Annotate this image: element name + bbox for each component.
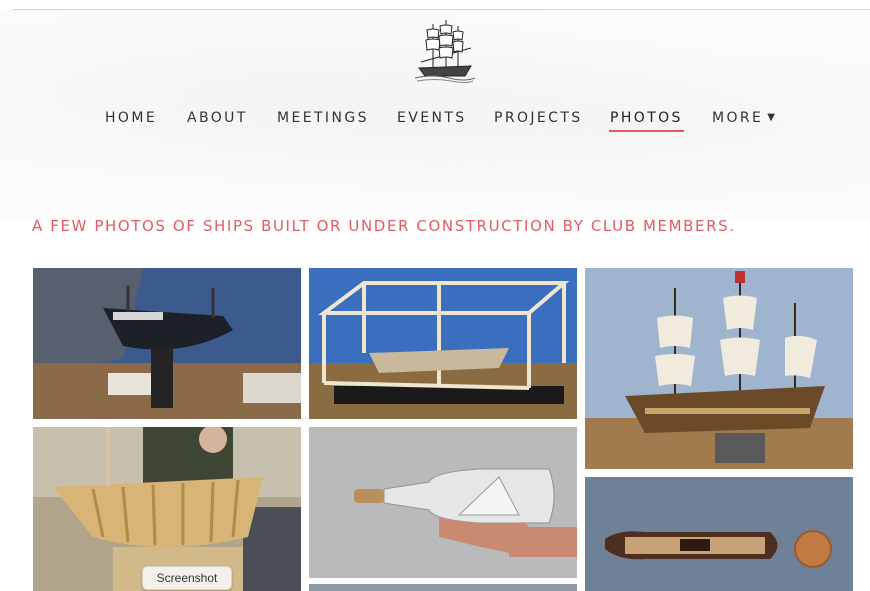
nav-photos[interactable]: PHOTOS — [610, 110, 683, 126]
nav-events[interactable]: EVENTS — [397, 110, 467, 126]
nav-about[interactable]: ABOUT — [187, 110, 248, 126]
tall-ship-logo-icon[interactable] — [413, 18, 476, 84]
photo-frame-construction[interactable] — [309, 268, 577, 419]
nav-projects[interactable]: PROJECTS — [494, 110, 583, 126]
photo-galleon-sails[interactable] — [585, 268, 853, 469]
nav-meetings[interactable]: MEETINGS — [277, 110, 369, 126]
caret-down-icon: ▼ — [767, 112, 775, 123]
photo-partial-bottom[interactable] — [309, 584, 577, 591]
page-heading: A FEW PHOTOS OF SHIPS BUILT OR UNDER CON… — [32, 217, 736, 235]
photo-ship-in-bottle[interactable] — [309, 427, 577, 578]
nav-home[interactable]: HOME — [105, 110, 157, 126]
active-nav-underline — [609, 130, 684, 132]
photo-warship-model[interactable] — [33, 268, 301, 419]
screenshot-tooltip: Screenshot — [142, 566, 232, 590]
main-nav: HOME ABOUT MEETINGS EVENTS PROJECTS PHOT… — [0, 108, 870, 140]
nav-more-label: MORE — [712, 110, 764, 126]
photo-small-ship-coin[interactable] — [585, 477, 853, 591]
nav-more[interactable]: MORE ▼ — [712, 110, 775, 126]
